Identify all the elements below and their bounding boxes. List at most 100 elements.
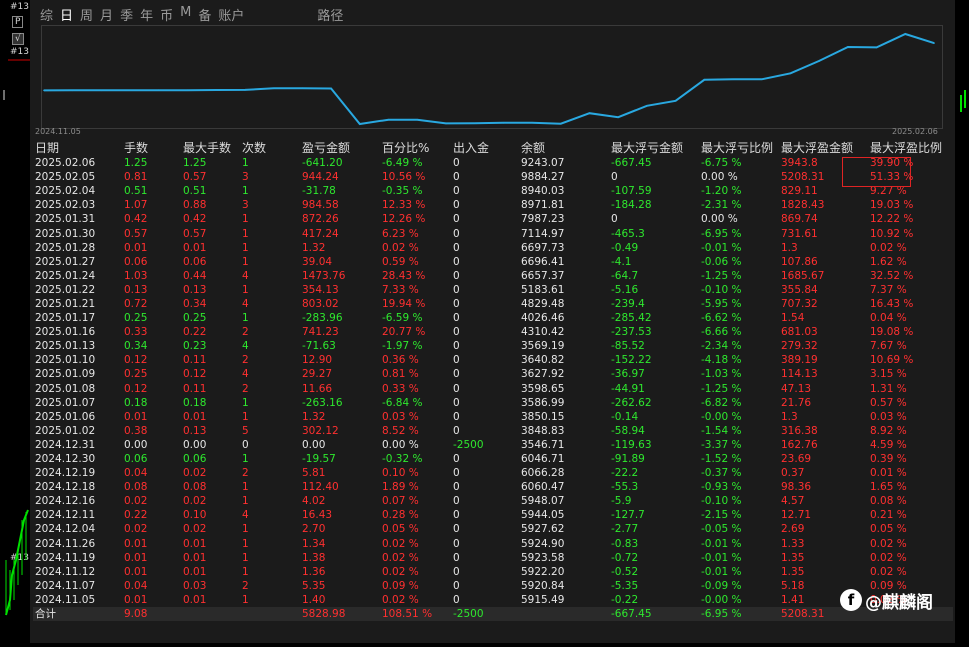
table-row[interactable]: 2025.01.07 0.18 0.18 1 -263.16 -6.84 % 0 3586.9…: [33, 396, 953, 410]
table-cell: 4829.48: [521, 297, 565, 310]
table-cell: 0: [453, 157, 460, 170]
table-row[interactable]: 2024.12.19 0.04 0.02 2 5.81 0.10 % 0 6066.28 -22…: [33, 466, 953, 480]
table-row[interactable]: 2025.01.08 0.12 0.11 2 11.66 0.33 % 0 3598.65 -4…: [33, 382, 953, 396]
table-row[interactable]: 2025.01.10 0.12 0.11 2 12.90 0.36 % 0 3640.82 -1…: [33, 353, 953, 367]
table-cell: 0: [453, 269, 460, 282]
table-cell: 0: [611, 171, 618, 184]
table-cell: 0.11: [183, 354, 207, 367]
table-row[interactable]: 2024.11.12 0.01 0.01 1 1.36 0.02 % 0 5922.20 -0.…: [33, 565, 953, 579]
table-cell: 2: [242, 326, 249, 339]
table-cell: -184.28: [611, 199, 652, 212]
table-cell: -0.49: [611, 241, 639, 254]
table-row[interactable]: 2024.11.26 0.01 0.01 1 1.34 0.02 % 0 5924.90 -0.…: [33, 537, 953, 551]
table-row[interactable]: 2025.01.24 1.03 0.44 4 1473.76 28.43 % 0 6657.3…: [33, 269, 953, 283]
tab-6[interactable]: 币: [160, 5, 173, 25]
table-row[interactable]: 2025.01.28 0.01 0.01 1 1.32 0.02 % 0 6697.73 -0.…: [33, 241, 953, 255]
table-cell: 1.32: [302, 410, 326, 423]
table-cell: 0.10 %: [382, 467, 419, 480]
table-row[interactable]: 2024.12.11 0.22 0.10 4 16.43 0.28 % 0 5944.05 -1…: [33, 508, 953, 522]
table-cell: 3627.92: [521, 368, 565, 381]
table-row[interactable]: 2025.01.13 0.34 0.23 4 -71.63 -1.97 % 0 3569.19…: [33, 339, 953, 353]
table-cell: -0.01 %: [701, 537, 742, 550]
column-header[interactable]: 盈亏金额: [300, 140, 380, 156]
table-row[interactable]: 2024.12.18 0.08 0.08 1 112.40 1.89 % 0 6060.47 -…: [33, 480, 953, 494]
table-row[interactable]: 2025.01.27 0.06 0.06 1 39.04 0.59 % 0 6696.41 -4…: [33, 255, 953, 269]
table-row[interactable]: 2025.01.02 0.38 0.13 5 302.12 8.52 % 0 3848.83 -…: [33, 424, 953, 438]
column-header[interactable]: 出入金: [451, 140, 519, 156]
table-cell: -1.20 %: [701, 185, 742, 198]
table-cell: 19.94 %: [382, 297, 426, 310]
table-row[interactable]: 2024.11.05 0.01 0.01 1 1.40 0.02 % 0 5915.49 -0.…: [33, 593, 953, 607]
table-cell: 1: [242, 537, 249, 550]
tab-7[interactable]: M: [180, 5, 191, 25]
table-row[interactable]: 2025.01.17 0.25 0.25 1 -283.96 -6.59 % 0 4026.4…: [33, 311, 953, 325]
table-cell: 1: [242, 495, 249, 508]
table-cell: 0: [453, 227, 460, 240]
column-header[interactable]: 日期: [33, 140, 122, 156]
column-header[interactable]: 百分比%: [380, 140, 451, 156]
table-cell: -0.00 %: [701, 593, 742, 606]
tab-8[interactable]: 备: [198, 5, 211, 25]
table-cell: 1: [242, 312, 249, 325]
table-row[interactable]: 2025.01.06 0.01 0.01 1 1.32 0.03 % 0 3850.15 -0.…: [33, 410, 953, 424]
table-row[interactable]: 2025.02.04 0.51 0.51 1 -31.78 -0.35 % 0 8940.03…: [33, 184, 953, 198]
equity-point: [502, 122, 505, 124]
table-row[interactable]: 2024.12.16 0.02 0.02 1 4.02 0.07 % 0 5948.07 -5.…: [33, 494, 953, 508]
table-row[interactable]: 2025.01.31 0.42 0.42 1 872.26 12.26 % 0 7987.23…: [33, 212, 953, 226]
table-cell: 0.25: [124, 368, 148, 381]
table-row[interactable]: 2025.02.06 1.25 1.25 1 -641.20 -6.49 % 0 9243.0…: [33, 156, 953, 170]
tab-5[interactable]: 年: [140, 5, 153, 25]
table-cell: 0.37: [781, 467, 805, 480]
table-row[interactable]: 2024.12.31 0.00 0.00 0 0.00 0.00 % -2500 3546.7…: [33, 438, 953, 452]
table-cell: -283.96: [302, 312, 343, 325]
total-cell: [181, 607, 240, 622]
tab-4[interactable]: 季: [120, 5, 133, 25]
table-cell: 2025.01.31: [35, 213, 96, 226]
column-header[interactable]: 最大手数: [181, 140, 240, 156]
tab-0[interactable]: 综: [40, 5, 53, 25]
table-row[interactable]: 2025.02.05 0.81 0.57 3 944.24 10.56 % 0 9884.27…: [33, 170, 953, 184]
tab-3[interactable]: 月: [100, 5, 113, 25]
table-cell: 2024.11.05: [35, 593, 96, 606]
table-row[interactable]: 2025.01.09 0.25 0.12 4 29.27 0.81 % 0 3627.92 -3…: [33, 367, 953, 381]
table-row[interactable]: 2025.01.22 0.13 0.13 1 354.13 7.33 % 0 5183.61 -…: [33, 283, 953, 297]
column-header[interactable]: 余额: [519, 140, 609, 156]
column-header[interactable]: 次数: [240, 140, 300, 156]
table-cell: 0.02 %: [870, 565, 907, 578]
table-cell: 0: [453, 185, 460, 198]
tab-1[interactable]: 日: [60, 5, 73, 25]
table-row[interactable]: 2024.12.30 0.06 0.06 1 -19.57 -0.32 % 0 6046.71…: [33, 452, 953, 466]
table-cell: 3: [242, 199, 249, 212]
tab-10[interactable]: 路径: [317, 5, 343, 25]
table-cell: 0.01: [183, 551, 207, 564]
watermark-text: @麒麟阁: [865, 592, 933, 613]
total-cell: -6.95 %: [699, 607, 779, 622]
table-cell: 21.76: [781, 396, 812, 409]
table-cell: 0.01: [183, 241, 207, 254]
tab-2[interactable]: 周: [80, 5, 93, 25]
column-header[interactable]: 手数: [122, 140, 181, 156]
equity-point: [674, 99, 677, 102]
table-cell: 869.74: [781, 213, 818, 226]
equity-point: [43, 89, 45, 92]
table-cell: -58.94: [611, 424, 645, 437]
table-cell: 0.51: [124, 185, 148, 198]
column-header[interactable]: 最大浮盈金额: [779, 140, 868, 156]
table-cell: 0.01: [124, 410, 148, 423]
column-header[interactable]: 最大浮盈比例: [868, 140, 953, 156]
table-row[interactable]: 2025.02.03 1.07 0.88 3 984.58 12.33 % 0 8971.81…: [33, 198, 953, 212]
tab-9[interactable]: 账户: [218, 5, 244, 25]
table-row[interactable]: 2025.01.21 0.72 0.34 4 803.02 19.94 % 0 4829.48…: [33, 297, 953, 311]
table-cell: 1.40: [302, 593, 326, 606]
column-header[interactable]: 最大浮亏比例: [699, 140, 779, 156]
table-cell: 1: [242, 551, 249, 564]
column-header[interactable]: 最大浮亏金额: [609, 140, 699, 156]
table-cell: 10.92 %: [870, 227, 914, 240]
table-row[interactable]: 2025.01.16 0.33 0.22 2 741.23 20.77 % 0 4310.42…: [33, 325, 953, 339]
table-row[interactable]: 2024.11.19 0.01 0.01 1 1.38 0.02 % 0 5923.58 -0.…: [33, 551, 953, 565]
table-cell: 1: [242, 283, 249, 296]
table-cell: -19.57: [302, 453, 336, 466]
table-row[interactable]: 2024.11.07 0.04 0.03 2 5.35 0.09 % 0 5920.84 -5.…: [33, 579, 953, 593]
table-row[interactable]: 2025.01.30 0.57 0.57 1 417.24 6.23 % 0 7114.97 -…: [33, 226, 953, 240]
table-row[interactable]: 2024.12.04 0.02 0.02 1 2.70 0.05 % 0 5927.62 -2.…: [33, 522, 953, 536]
